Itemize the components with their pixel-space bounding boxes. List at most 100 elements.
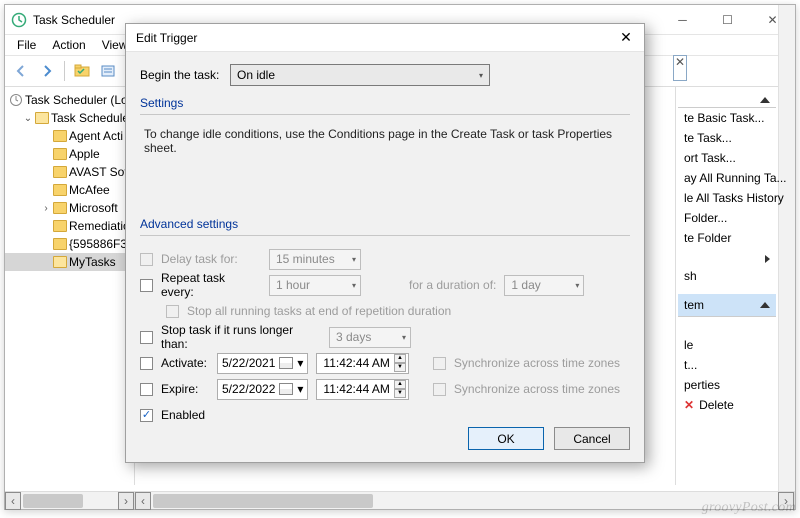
activate-time-picker[interactable]: 11:42:44 AM▲▼ xyxy=(316,353,409,374)
tree-item[interactable]: {595886F3- xyxy=(5,235,134,253)
tree-item-label: Agent Acti xyxy=(69,129,123,143)
folder-icon xyxy=(53,238,67,250)
collapse-icon[interactable] xyxy=(760,302,770,308)
tree-item-label: MyTasks xyxy=(69,255,116,269)
spin-buttons[interactable]: ▲▼ xyxy=(394,354,406,372)
calendar-icon xyxy=(279,383,293,395)
action-item[interactable]: sh xyxy=(678,266,776,286)
action-item[interactable]: le xyxy=(678,335,776,355)
close-icon[interactable]: ✕ xyxy=(673,55,687,69)
tree-item-label: Microsoft xyxy=(69,201,118,215)
back-icon[interactable] xyxy=(9,59,33,83)
action-label: te Basic Task... xyxy=(684,111,764,125)
expire-time-picker[interactable]: 11:42:44 AM ▲▼ xyxy=(316,379,409,400)
action-label: te Task... xyxy=(684,131,732,145)
activate-checkbox[interactable] xyxy=(140,357,153,370)
action-item[interactable]: te Basic Task... xyxy=(678,108,776,128)
dialog-close-button[interactable]: ✕ xyxy=(608,24,644,52)
sync-label: Synchronize across time zones xyxy=(454,382,620,396)
stop-if-checkbox[interactable] xyxy=(140,331,153,344)
advanced-group-label: Advanced settings xyxy=(140,217,630,231)
activate-date-picker[interactable]: 5/22/2021▾ xyxy=(217,353,308,374)
chevron-down-icon: ▾ xyxy=(297,356,303,370)
tree-item[interactable]: AVAST Soft xyxy=(5,163,134,181)
stop-repeat-label: Stop all running tasks at end of repetit… xyxy=(187,304,451,318)
tree-item[interactable]: Remediatio xyxy=(5,217,134,235)
action-label: le xyxy=(684,338,693,352)
chevron-down-icon: ▾ xyxy=(479,71,483,80)
repeat-select[interactable]: 1 hour▾ xyxy=(269,275,361,296)
action-item[interactable]: te Task... xyxy=(678,128,776,148)
action-item[interactable]: t... xyxy=(678,355,776,375)
hscrollbar[interactable]: ‹› xyxy=(135,492,795,509)
menu-file[interactable]: File xyxy=(11,37,42,53)
chevron-down-icon: ▾ xyxy=(575,281,579,290)
expire-label: Expire: xyxy=(161,382,209,396)
folder-icon xyxy=(53,220,67,232)
action-delete[interactable]: ✕Delete xyxy=(678,395,776,415)
stop-if-select[interactable]: 3 days▾ xyxy=(329,327,411,348)
dialog-title: Edit Trigger xyxy=(136,31,608,45)
tree-item[interactable]: › Microsoft xyxy=(5,199,134,217)
expand-icon[interactable]: › xyxy=(41,203,51,214)
folder-icon xyxy=(53,202,67,214)
chevron-down-icon: ▾ xyxy=(297,382,303,396)
settings-group-label: Settings xyxy=(140,96,630,110)
forward-icon[interactable] xyxy=(35,59,59,83)
chevron-down-icon: ▾ xyxy=(352,281,356,290)
folder-icon[interactable] xyxy=(70,59,94,83)
action-item[interactable]: Folder... xyxy=(678,208,776,228)
action-label: perties xyxy=(684,378,720,392)
action-item[interactable]: ort Task... xyxy=(678,148,776,168)
enabled-checkbox[interactable] xyxy=(140,409,153,422)
repeat-checkbox[interactable] xyxy=(140,279,153,292)
expire-date-picker[interactable]: 5/22/2022▾ xyxy=(217,379,308,400)
spin-buttons[interactable]: ▲▼ xyxy=(394,380,406,398)
tree-item-label: McAfee xyxy=(69,183,110,197)
action-item[interactable]: ay All Running Ta... xyxy=(678,168,776,188)
watermark: groovyPost.com xyxy=(702,500,796,516)
folder-icon xyxy=(53,130,67,142)
app-icon xyxy=(11,12,27,28)
begin-task-select[interactable]: On idle ▾ xyxy=(230,64,490,86)
action-item[interactable]: perties xyxy=(678,375,776,395)
tree-item[interactable]: Agent Acti xyxy=(5,127,134,145)
submenu-indicator xyxy=(678,252,776,266)
chevron-down-icon: ▾ xyxy=(402,333,406,342)
stop-repeat-checkbox xyxy=(166,305,179,318)
repeat-label: Repeat task every: xyxy=(161,271,261,299)
collapse-icon[interactable]: ⌄ xyxy=(23,113,33,124)
folder-icon xyxy=(53,148,67,160)
tree-library[interactable]: ⌄ Task Scheduler xyxy=(5,109,134,127)
action-label: te Folder xyxy=(684,231,731,245)
delay-value: 15 minutes xyxy=(276,252,335,266)
expire-time: 11:42:44 AM xyxy=(323,382,390,396)
sync-label: Synchronize across time zones xyxy=(454,356,620,370)
minimize-button[interactable]: ─ xyxy=(660,5,705,35)
ok-button[interactable]: OK xyxy=(468,427,544,450)
expire-checkbox[interactable] xyxy=(140,383,153,396)
delay-label: Delay task for: xyxy=(161,252,261,266)
tree-item-label: AVAST Soft xyxy=(69,165,131,179)
action-label: ay All Running Ta... xyxy=(684,171,787,185)
actions-section[interactable]: tem xyxy=(678,294,776,317)
tree-item-selected[interactable]: MyTasks xyxy=(5,253,134,271)
action-label: Delete xyxy=(699,398,734,412)
tree-pane: Task Scheduler (Lo ⌄ Task Scheduler Agen… xyxy=(5,87,135,485)
actions-section-label: tem xyxy=(684,298,704,312)
duration-value: 1 day xyxy=(511,278,540,292)
folder-icon xyxy=(35,112,49,124)
tree-root[interactable]: Task Scheduler (Lo xyxy=(5,91,134,109)
maximize-button[interactable]: ☐ xyxy=(705,5,750,35)
menu-action[interactable]: Action xyxy=(46,37,91,53)
hscrollbar[interactable]: ‹› xyxy=(5,492,135,509)
tree-item[interactable]: McAfee xyxy=(5,181,134,199)
cancel-label: Cancel xyxy=(573,432,610,446)
task-scheduler-window: Task Scheduler ─ ☐ ✕ File Action View ? … xyxy=(4,4,796,510)
tree-item[interactable]: Apple xyxy=(5,145,134,163)
properties-icon[interactable] xyxy=(96,59,120,83)
action-item[interactable]: te Folder xyxy=(678,228,776,248)
collapse-icon[interactable] xyxy=(760,97,770,103)
cancel-button[interactable]: Cancel xyxy=(554,427,630,450)
action-item[interactable]: le All Tasks History xyxy=(678,188,776,208)
